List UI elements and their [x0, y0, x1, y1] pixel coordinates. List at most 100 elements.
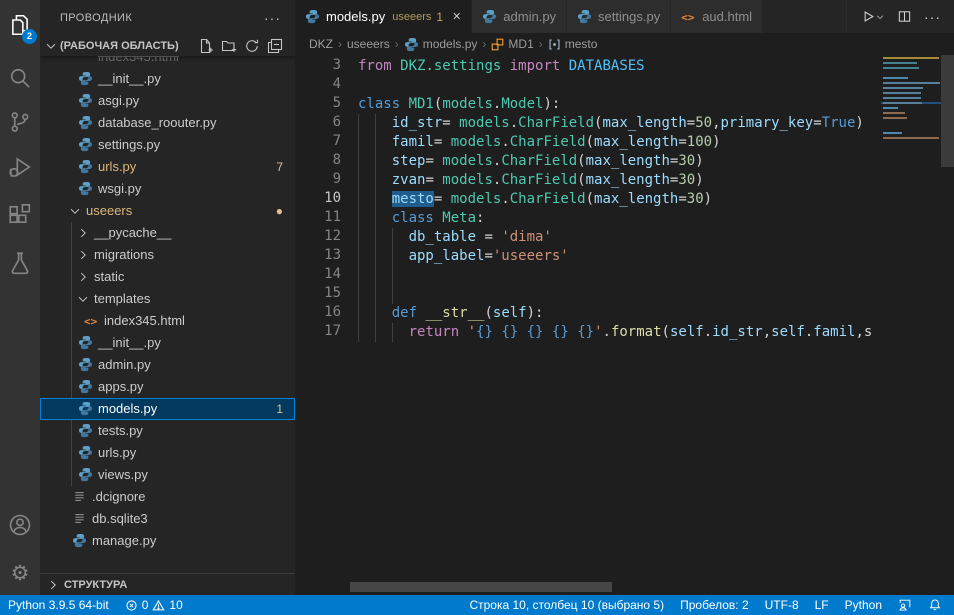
code-line-6: id_str= models.CharField(max_length=50,p…	[358, 114, 878, 133]
breadcrumb-item-mesto[interactable]: mesto	[548, 37, 598, 51]
status-cursor-position[interactable]: Строка 10, столбец 10 (выбрано 5)	[461, 595, 672, 615]
vertical-scrollbar[interactable]	[941, 55, 954, 167]
tree-item-asgi.py[interactable]: asgi.py	[40, 90, 295, 112]
tab-close-icon[interactable]: ✕	[452, 10, 461, 23]
tree-item-index345.html[interactable]: <>index345.html	[40, 310, 295, 332]
activitybar-item-explorer[interactable]: 2	[0, 3, 40, 47]
tree-item-label: asgi.py	[98, 90, 139, 112]
breadcrumb-item-MD1[interactable]: MD1	[491, 37, 533, 51]
breadcrumb-item-useeers[interactable]: useeers	[347, 37, 390, 51]
breadcrumb: DKZ›useeers›models.py›MD1›mesto	[295, 33, 954, 55]
tree-item-index345.html[interactable]: index345.html	[40, 56, 295, 68]
activitybar-item-account[interactable]	[0, 503, 40, 547]
source-control-icon	[8, 110, 32, 134]
indent-guide	[375, 133, 376, 152]
status-problems[interactable]: 010	[117, 595, 191, 615]
minimap[interactable]	[881, 57, 941, 207]
run-button[interactable]	[860, 9, 885, 24]
tree-item-.dcignore[interactable]: .dcignore	[40, 486, 295, 508]
code-line-4	[358, 76, 878, 95]
code-text: db_table = 'dima'	[358, 229, 552, 245]
tree-item-migrations[interactable]: migrations	[40, 244, 295, 266]
tab-badge: 1	[436, 10, 443, 24]
python-file-icon	[577, 9, 592, 24]
editor-more-actions-icon[interactable]: ···	[924, 9, 941, 25]
tree-item-label: urls.py	[98, 156, 136, 178]
status-encoding[interactable]: UTF-8	[757, 595, 807, 615]
new-file-icon[interactable]	[198, 38, 214, 54]
tree-item-wsgi.py[interactable]: wsgi.py	[40, 178, 295, 200]
tab-aud.html[interactable]: <>aud.html	[671, 0, 763, 33]
activitybar-item-search[interactable]	[0, 56, 40, 100]
python-file-icon	[78, 357, 94, 373]
indent-guide	[375, 228, 376, 247]
workspace-section-header[interactable]: (РАБОЧАЯ ОБЛАСТЬ) ...	[40, 35, 295, 56]
tree-item-models.py[interactable]: models.py1	[40, 398, 295, 420]
tab-models.py[interactable]: models.pyuseeers1✕	[295, 0, 472, 33]
breadcrumb-item-models.py[interactable]: models.py	[404, 37, 478, 52]
tree-item-tests.py[interactable]: tests.py	[40, 420, 295, 442]
activitybar-item-source-control[interactable]	[0, 100, 40, 144]
tree-item-urls.py[interactable]: urls.py7	[40, 156, 295, 178]
status-language-mode[interactable]: Python	[837, 595, 890, 615]
outline-section-header[interactable]: СТРУКТУРА	[40, 573, 295, 595]
code-editor[interactable]: 34567891011121314151617 from DKZ.setting…	[295, 55, 954, 595]
tree-item-__init__.py[interactable]: __init__.py	[40, 68, 295, 90]
line-number-11: 11	[295, 209, 341, 228]
tree-item-views.py[interactable]: views.py	[40, 464, 295, 486]
collapse-all-icon[interactable]	[267, 38, 283, 54]
tree-item-static[interactable]: static	[40, 266, 295, 288]
activitybar-item-testing[interactable]	[0, 241, 40, 285]
python-file-icon	[78, 379, 94, 395]
tree-item-templates[interactable]: templates	[40, 288, 295, 310]
activitybar-item-extensions[interactable]	[0, 193, 40, 237]
status-python-interpreter[interactable]: Python 3.9.5 64-bit	[0, 595, 117, 615]
tree-item-settings.py[interactable]: settings.py	[40, 134, 295, 156]
tree-item-manage.py[interactable]: manage.py	[40, 530, 295, 552]
line-number-15: 15	[295, 285, 341, 304]
breadcrumb-item-DKZ[interactable]: DKZ	[309, 37, 333, 51]
line-number-6: 6	[295, 114, 341, 133]
activity-bar: 2⚙	[0, 0, 40, 595]
html-file-icon: <>	[681, 9, 696, 24]
minimap-line	[881, 72, 941, 74]
tree-item-useeers[interactable]: useeers●	[40, 200, 295, 222]
split-editor-button[interactable]	[897, 9, 912, 24]
tree-item-db.sqlite3[interactable]: db.sqlite3	[40, 508, 295, 530]
indent-guide	[358, 304, 359, 323]
activitybar-item-run-and-debug[interactable]	[0, 145, 40, 189]
tree-item-label: useeers	[86, 200, 132, 222]
tree-item-label: templates	[94, 288, 150, 310]
explorer-more-actions-icon[interactable]: ···	[264, 10, 281, 26]
tree-item-apps.py[interactable]: apps.py	[40, 376, 295, 398]
minimap-code-bar	[883, 97, 921, 99]
minimap-code-bar	[883, 137, 939, 139]
tree-item-__init__.py[interactable]: __init__.py	[40, 332, 295, 354]
breadcrumb-separator: ›	[338, 37, 342, 51]
chevron-right-icon	[76, 270, 90, 284]
status-bell-icon[interactable]	[920, 595, 954, 615]
tree-item-urls.py[interactable]: urls.py	[40, 442, 295, 464]
tree-item-database_roouter.py[interactable]: database_roouter.py	[40, 112, 295, 134]
minimap-code-bar	[883, 107, 898, 109]
refresh-icon[interactable]	[244, 38, 260, 54]
tree-item-__pycache__[interactable]: __pycache__	[40, 222, 295, 244]
minimap-line	[881, 62, 941, 64]
code-line-10: mesto= models.CharField(max_length=30)	[358, 190, 878, 209]
code-text: mesto= models.CharField(max_length=30)	[358, 191, 712, 207]
indent-guide	[375, 285, 376, 304]
minimap-line	[881, 102, 941, 104]
minimap-code-bar	[883, 112, 905, 114]
tab-admin.py[interactable]: admin.py	[472, 0, 567, 33]
activitybar-item-settings[interactable]: ⚙	[0, 551, 40, 595]
status-indentation[interactable]: Пробелов: 2	[672, 595, 757, 615]
horizontal-scrollbar[interactable]	[350, 582, 612, 592]
new-folder-icon[interactable]	[221, 38, 237, 54]
status-eol[interactable]: LF	[807, 595, 837, 615]
chevron-down-icon	[44, 39, 58, 53]
tab-settings.py[interactable]: settings.py	[567, 0, 671, 33]
code-text: class MD1(models.Model):	[358, 96, 560, 112]
status-feedback-icon[interactable]	[890, 595, 920, 615]
chevron-down-icon	[76, 292, 90, 306]
tree-item-admin.py[interactable]: admin.py	[40, 354, 295, 376]
